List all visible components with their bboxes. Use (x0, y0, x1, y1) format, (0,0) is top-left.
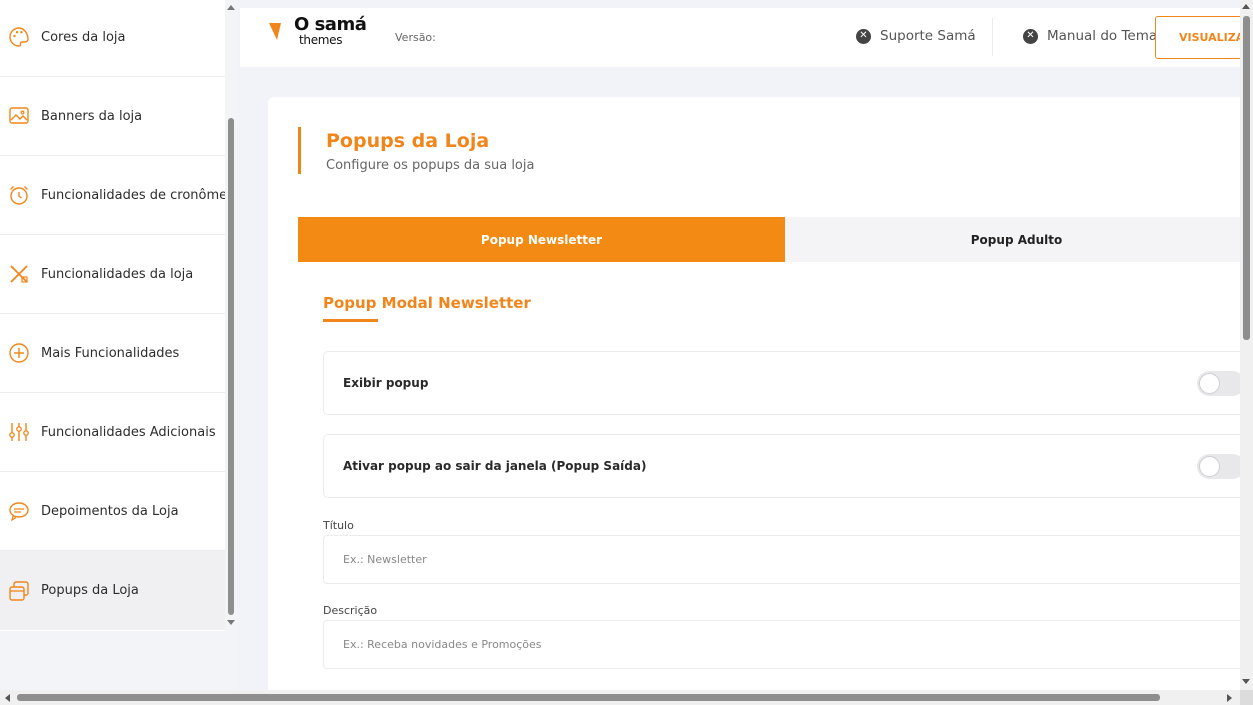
palette-icon (8, 26, 30, 48)
page-vertical-scrollbar[interactable] (1240, 0, 1253, 690)
page-title: Popups da Loja (326, 130, 490, 152)
sidebar-item-label: Popups da Loja (41, 583, 139, 598)
tools-icon (8, 263, 30, 285)
scroll-down-arrow-icon[interactable] (227, 620, 235, 625)
horizontal-scroll-thumb[interactable] (17, 694, 1160, 701)
sidebar-item-label: Funcionalidades da loja (41, 266, 194, 282)
logo-subname: themes (299, 33, 343, 47)
show-popup-toggle[interactable] (1197, 371, 1245, 396)
section-title: Popup Modal Newsletter (323, 294, 531, 312)
sidebar-item-label: Funcionalidades de cronômetro (41, 187, 225, 203)
sidebar-item-label: Banners da loja (41, 108, 143, 124)
scroll-up-arrow-icon[interactable] (1242, 4, 1250, 9)
sidebar-scroll-thumb[interactable] (228, 118, 234, 615)
image-icon (8, 105, 30, 127)
scroll-up-arrow-icon[interactable] (227, 5, 235, 10)
main-card: Popups da Loja Configure os popups da su… (268, 97, 1253, 697)
manual-link[interactable]: ✕ Manual do Tema (1023, 28, 1157, 44)
section-underline (323, 319, 378, 322)
sama-themes-logo[interactable]: O samá themes (268, 14, 367, 47)
sliders-icon (8, 421, 30, 443)
vertical-scroll-thumb[interactable] (1243, 16, 1250, 340)
support-link-label: Suporte Samá (880, 28, 976, 44)
sidebar-item-depoimentos[interactable]: Depoimentos da Loja (0, 472, 225, 551)
lifebuoy-icon: ✕ (856, 28, 871, 44)
scroll-left-arrow-icon[interactable] (5, 694, 10, 702)
support-link[interactable]: ✕ Suporte Samá (856, 28, 976, 44)
exit-popup-label: Ativar popup ao sair da janela (Popup Sa… (343, 459, 647, 473)
sidebar-item-cores[interactable]: Cores da loja (0, 0, 225, 77)
sidebar-item-mais[interactable]: Mais Funcionalidades (0, 314, 225, 393)
header-divider (992, 18, 993, 56)
top-header: O samá themes Versão: ✕ Suporte Samá ✕ M… (240, 8, 1245, 67)
popup-windows-icon (8, 580, 30, 602)
sidebar-item-popups[interactable]: Popups da Loja (0, 551, 225, 630)
lifebuoy-icon: ✕ (1023, 28, 1038, 44)
exit-popup-toggle[interactable] (1197, 454, 1245, 479)
sidebar-item-funcionalidades[interactable]: Funcionalidades da loja (0, 235, 225, 314)
tab-popup-adulto[interactable]: Popup Adulto (785, 217, 1248, 262)
plus-circle-icon (8, 342, 30, 364)
visualize-button[interactable]: VISUALIZAR (1155, 16, 1245, 59)
alarm-clock-icon (8, 184, 30, 206)
sidebar-item-label: Mais Funcionalidades (41, 345, 180, 361)
version-label: Versão: (395, 31, 436, 44)
description-field-label: Descrição (323, 604, 378, 617)
tab-popup-newsletter[interactable]: Popup Newsletter (298, 217, 785, 262)
description-input[interactable] (323, 620, 1253, 669)
manual-link-label: Manual do Tema (1047, 28, 1158, 44)
sidebar-item-label: Funcionalidades Adicionais (41, 424, 216, 440)
show-popup-label: Exibir popup (343, 376, 429, 390)
page-horizontal-scrollbar[interactable] (0, 690, 1253, 705)
title-input[interactable] (323, 535, 1253, 584)
scroll-right-arrow-icon[interactable] (1227, 694, 1232, 702)
scrollbar-corner (1240, 690, 1253, 705)
sidebar-item-banners[interactable]: Banners da loja (0, 77, 225, 156)
page-subtitle: Configure os popups da sua loja (326, 158, 535, 173)
logo-mark-icon (269, 23, 281, 40)
sidebar-item-adicionais[interactable]: Funcionalidades Adicionais (0, 393, 225, 472)
show-popup-row: Exibir popup (323, 351, 1253, 415)
sidebar-item-label: Cores da loja (41, 29, 126, 45)
sidebar-scrollbar[interactable] (225, 0, 238, 631)
sidebar: Cores da loja Banners da loja Funcionali… (0, 0, 238, 690)
sidebar-item-label: Depoimentos da Loja (41, 503, 179, 519)
sidebar-item-cronometro[interactable]: Funcionalidades de cronômetro (0, 156, 225, 235)
logo-prefix: O (294, 14, 309, 35)
page-heading: Popups da Loja Configure os popups da su… (298, 127, 534, 174)
toggle-knob (1199, 456, 1220, 477)
logo-name: samá (314, 14, 367, 35)
toggle-knob (1199, 373, 1220, 394)
scroll-down-arrow-icon[interactable] (1242, 679, 1250, 684)
popup-tabs: Popup Newsletter Popup Adulto (298, 217, 1248, 262)
sidebar-menu: Cores da loja Banners da loja Funcionali… (0, 0, 225, 631)
chat-bubble-icon (8, 500, 30, 522)
title-field-label: Título (323, 519, 354, 532)
exit-popup-row: Ativar popup ao sair da janela (Popup Sa… (323, 434, 1253, 498)
